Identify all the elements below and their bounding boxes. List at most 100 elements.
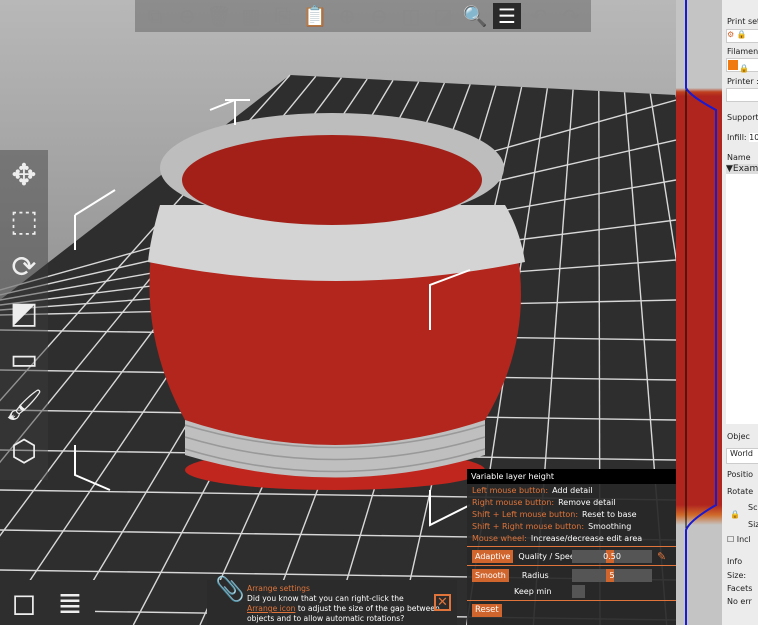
3d-viewport[interactable]: ⧉ ⊖ 🗑 ▦ ⎘ 📋 ⊕ ⊖ ◫ ◪ 🔍 ☰ ↶ ↷ ✥ ⬚ ⟳ ◩ ▭ 🖌 ⬡ ◻ ≣ Variable layer… — [0, 0, 676, 625]
keep-min-label: Keep min — [514, 586, 552, 596]
hint-key: Mouse wheel: — [472, 534, 527, 543]
info-size-label: Size: — [727, 571, 747, 580]
hint-desc: Increase/decrease edit area — [530, 534, 643, 543]
hint-row: Left mouse button: Add detail — [467, 485, 676, 497]
scale-icon[interactable]: ⬚ — [4, 202, 44, 242]
infill-text: Infill: — [727, 133, 747, 142]
hint-desc: Smoothing — [588, 522, 632, 531]
coordinates-combo[interactable]: World — [726, 448, 758, 464]
printer-combo[interactable] — [726, 88, 758, 102]
facets-label: Facets — [727, 584, 753, 593]
place-on-face-icon[interactable]: ◩ — [4, 294, 44, 334]
smooth-row: Smooth Radius 5 — [467, 567, 676, 583]
size-label: Siz — [748, 520, 758, 529]
hint-notification: 📎 Arrange settings Did you know that you… — [207, 575, 457, 625]
quality-slider[interactable]: 0.50 — [572, 549, 652, 563]
filament-combo[interactable]: 🔒 — [726, 58, 758, 73]
layer-height-profile[interactable] — [676, 0, 722, 625]
split-objects-icon[interactable]: ◫ — [397, 3, 425, 29]
hint-key: Shift + Right mouse button: — [472, 522, 585, 531]
supports-label: Support — [727, 113, 758, 122]
keep-min-checkbox[interactable] — [572, 584, 585, 598]
divider — [467, 565, 676, 566]
gear-icon: ⚙ — [727, 30, 735, 39]
view-cube-icon[interactable]: ⬡ — [4, 432, 44, 472]
hint-desc: Add detail — [552, 486, 593, 495]
hint-row: Shift + Right mouse button: Smoothing — [467, 521, 676, 533]
right-sidebar: Print sett ⚙ 🔒 Filament 🔒 Printer : Supp… — [722, 0, 758, 625]
notification-text: Did you know that you can right-click th… — [247, 594, 404, 603]
quality-label: Quality / Speed — [518, 551, 580, 561]
hint-key: Right mouse button: — [472, 498, 555, 507]
divider — [467, 546, 676, 547]
notification-text: objects and to allow automatic rotations… — [247, 614, 405, 623]
split-parts-icon[interactable]: ◪ — [429, 3, 457, 29]
close-notification-button[interactable]: ✕ — [434, 594, 451, 611]
object-list-header: Name — [727, 153, 751, 162]
lock-icon[interactable]: 🔒 — [730, 510, 740, 519]
radius-value: 5 — [609, 570, 615, 580]
paint-supports-icon[interactable]: 🖌 — [4, 386, 44, 426]
print-settings-combo[interactable]: ⚙ 🔒 — [726, 29, 758, 43]
printer-label: Printer : — [727, 77, 758, 86]
inches-label: Incl — [736, 535, 751, 544]
variable-layer-height-panel: Variable layer height Left mouse button:… — [467, 469, 676, 625]
arrange-link[interactable]: Arrange icon — [247, 604, 295, 613]
reset-row: Reset — [467, 602, 676, 618]
left-toolbar: ✥ ⬚ ⟳ ◩ ▭ 🖌 ⬡ — [0, 150, 48, 480]
lock-icon: 🔒 — [736, 30, 747, 39]
hint-row: Mouse wheel: Increase/decrease edit area — [467, 533, 676, 545]
move-icon[interactable]: ✥ — [4, 156, 44, 196]
preview-layers-icon[interactable]: ≣ — [50, 584, 90, 624]
panel-title: Variable layer height — [467, 469, 676, 484]
smooth-button[interactable]: Smooth — [472, 568, 509, 582]
reset-button[interactable]: Reset — [472, 603, 502, 617]
filament-color-swatch — [728, 60, 738, 70]
hint-key: Shift + Left mouse button: — [472, 510, 579, 519]
3d-view-icon[interactable]: ◻ — [4, 584, 44, 624]
object-list-item[interactable]: ▼Exam — [726, 164, 758, 174]
inches-checkbox[interactable]: ☐ Incl — [727, 535, 751, 544]
hint-row: Shift + Left mouse button: Reset to base — [467, 509, 676, 521]
notification-line: Arrange icon to adjust the size of the g… — [247, 604, 457, 614]
view-switcher: ◻ ≣ — [0, 580, 95, 625]
delete-all-icon[interactable]: 🗑 — [205, 3, 233, 29]
redo-icon[interactable]: ↷ — [557, 3, 585, 29]
hint-desc: Remove detail — [558, 498, 616, 507]
object-list[interactable]: ▼Exam — [726, 164, 758, 424]
lock-icon: 🔒 — [739, 64, 749, 73]
cut-icon[interactable]: ▭ — [4, 340, 44, 380]
search-icon[interactable]: 🔍 — [461, 3, 489, 29]
layer-height-curve — [685, 0, 717, 625]
notification-text: to adjust the size of the gap between — [295, 604, 440, 613]
scale-label: Sca — [748, 503, 758, 512]
rotate-icon[interactable]: ⟳ — [4, 248, 44, 288]
notification-title: Arrange settings — [247, 584, 310, 593]
delete-icon[interactable]: ⊖ — [173, 3, 201, 29]
paste-icon[interactable]: 📋 — [301, 3, 329, 29]
edit-icon[interactable]: ✎ — [657, 550, 666, 563]
print-settings-label: Print sett — [727, 17, 758, 26]
variable-layer-height-icon[interactable]: ☰ — [493, 3, 521, 29]
add-icon[interactable]: ⧉ — [141, 3, 169, 29]
adaptive-button[interactable]: Adaptive — [472, 549, 514, 563]
divider — [467, 600, 676, 601]
hints-list: Left mouse button: Add detail Right mouse … — [467, 484, 676, 545]
radius-label: Radius — [521, 570, 549, 580]
hint-row: Right mouse button: Remove detail — [467, 497, 676, 509]
remove-instance-icon[interactable]: ⊖ — [365, 3, 393, 29]
adaptive-row: Adaptive Quality / Speed 0.50 ✎ — [467, 548, 676, 564]
hint-key: Left mouse button: — [472, 486, 549, 495]
hint-mascot-icon: 📎 — [215, 575, 245, 603]
info-label: Info — [727, 557, 743, 566]
copy-icon[interactable]: ⎘ — [269, 3, 297, 29]
arrange-icon[interactable]: ▦ — [237, 3, 265, 29]
add-instance-icon[interactable]: ⊕ — [333, 3, 361, 29]
filament-label: Filament — [727, 47, 758, 56]
rotate-label: Rotate — [727, 487, 754, 496]
undo-icon[interactable]: ↶ — [525, 3, 553, 29]
object-manipulation-label: Objec — [727, 432, 750, 441]
radius-slider[interactable]: 5 — [572, 568, 652, 582]
errors-label: No err — [727, 597, 752, 606]
infill-combo[interactable]: 10 — [749, 133, 758, 142]
